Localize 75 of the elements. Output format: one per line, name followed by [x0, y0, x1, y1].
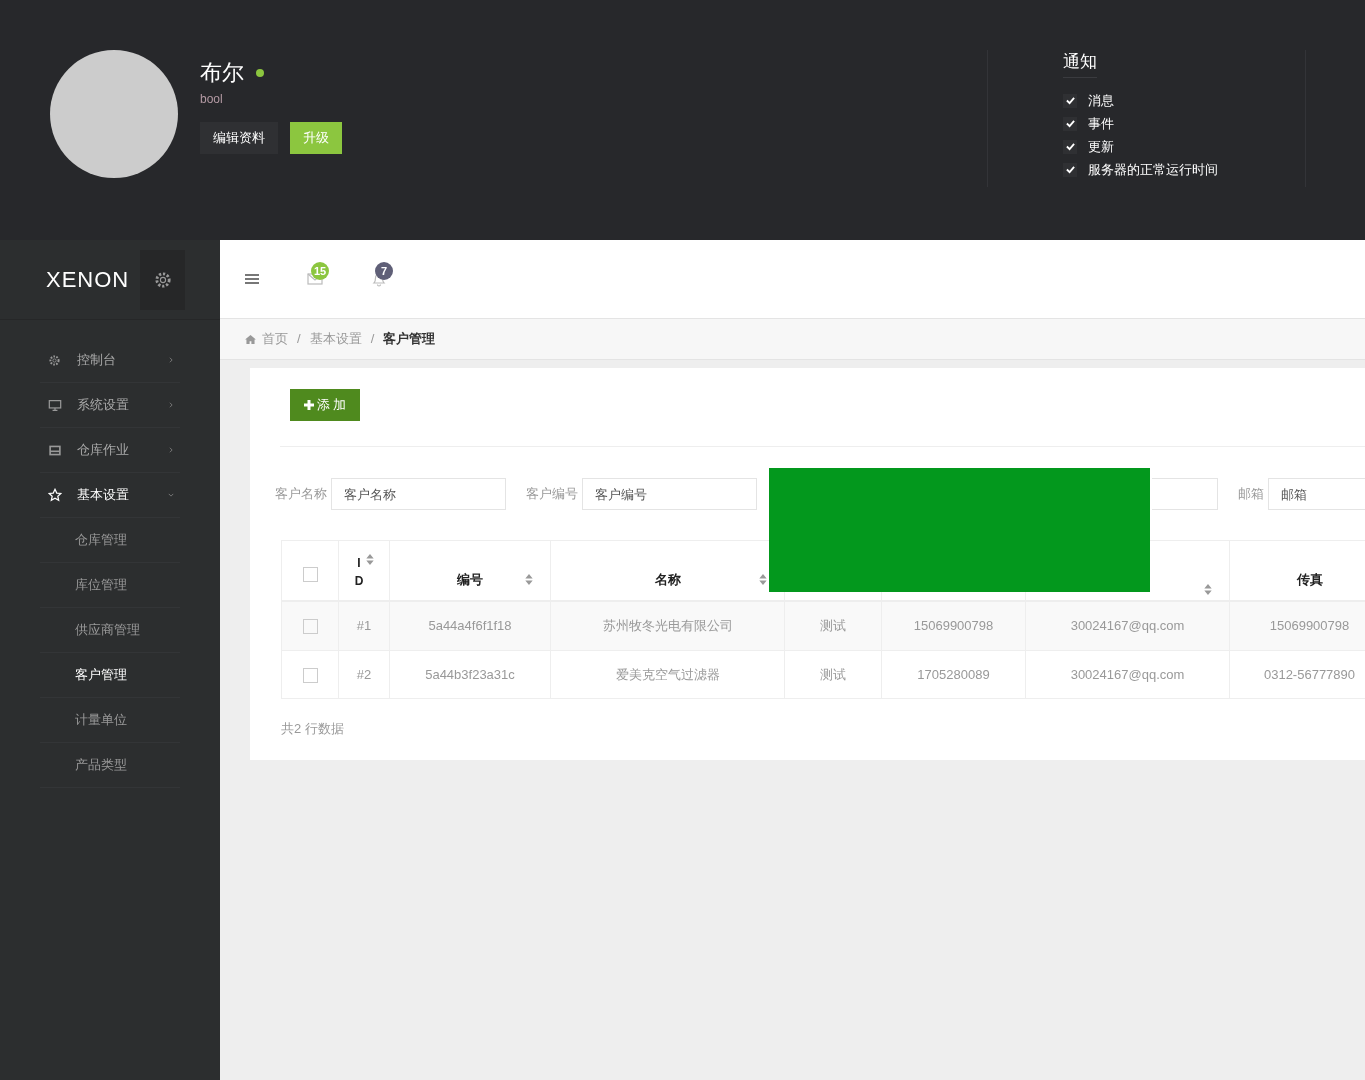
count-badge: 7 — [375, 262, 393, 280]
filter-label: 邮箱 — [1238, 485, 1264, 504]
checkbox[interactable] — [1063, 93, 1077, 108]
breadcrumb-current: 客户管理 — [383, 330, 436, 349]
column-header[interactable]: 编号 — [457, 570, 483, 590]
sidebar-subitem[interactable]: 产品类型 — [40, 743, 180, 788]
menu-icon[interactable] — [245, 273, 259, 285]
sidebar-subitem[interactable]: 供应商管理 — [40, 608, 180, 653]
column-header[interactable]: 传真 — [1296, 570, 1323, 590]
gear-icon — [48, 353, 61, 367]
chevron-right-icon — [168, 447, 174, 453]
table-cell: 30024167@qq.com — [1070, 666, 1185, 682]
sort-icon[interactable] — [1204, 584, 1212, 595]
table-cell: 测试 — [820, 666, 846, 682]
chevron-right-icon — [168, 357, 174, 363]
notification-option: 事件 — [1088, 115, 1114, 132]
checkbox[interactable] — [302, 667, 318, 683]
plus-icon — [303, 400, 314, 410]
notification-option: 更新 — [1088, 138, 1114, 155]
breadcrumb-separator: / — [369, 330, 376, 349]
table-cell: 5a44b3f23a31c — [425, 666, 515, 682]
breadcrumb-separator: / — [296, 330, 302, 349]
sidebar-subitem[interactable]: 仓库管理 — [40, 518, 180, 563]
filter-field[interactable]: 客户编号 — [582, 478, 757, 510]
sidebar-subitem[interactable]: 计量单位 — [40, 698, 180, 743]
column-header[interactable]: ID — [354, 553, 364, 590]
checkbox[interactable] — [1063, 162, 1077, 177]
table-cell: 测试 — [820, 618, 846, 633]
table-cell: 15069900798 — [1269, 618, 1350, 633]
sidebar-item[interactable]: 基本设置 — [40, 473, 180, 518]
sort-icon[interactable] — [525, 574, 533, 586]
logo[interactable]: XENON — [46, 263, 126, 296]
checkbox[interactable] — [302, 619, 318, 635]
sidebar-subitem[interactable]: 客户管理 — [40, 653, 180, 698]
chevron-down-icon — [168, 492, 174, 498]
notifications-title: 通知 — [1063, 53, 1097, 78]
count-badge: 15 — [311, 262, 330, 280]
star-icon — [48, 488, 62, 502]
table-cell: 爱美克空气过滤器 — [615, 666, 720, 682]
notification-option: 消息 — [1088, 92, 1114, 109]
gear-icon — [153, 270, 172, 289]
row-count: 共2 行数据 — [281, 720, 344, 738]
monitor-icon — [48, 398, 62, 412]
settings-button[interactable] — [140, 249, 185, 310]
sidebar-subitem[interactable]: 库位管理 — [40, 563, 180, 608]
column-header[interactable]: 名称 — [654, 570, 681, 590]
table-cell: 1705280089 — [917, 666, 990, 682]
table-cell: #1 — [356, 618, 372, 633]
table-cell: 5a44a4f6f1f18 — [428, 618, 512, 633]
sidebar-item[interactable]: 系统设置 — [40, 383, 180, 428]
sidebar-item[interactable]: 控制台 — [40, 338, 180, 383]
edit-profile-button[interactable]: 编辑资料 — [200, 122, 278, 154]
table-cell: 苏州牧冬光电有限公司 — [602, 618, 733, 633]
checkbox[interactable] — [302, 567, 318, 582]
table-cell: #2 — [356, 666, 372, 682]
add-button[interactable]: 添 加 — [290, 389, 360, 421]
sidebar-item[interactable]: 仓库作业 — [40, 428, 180, 473]
drive-icon — [48, 443, 62, 457]
sort-icon[interactable] — [365, 553, 374, 565]
table-cell: 30024167@qq.com — [1070, 618, 1185, 633]
checkbox[interactable] — [1063, 116, 1077, 131]
table-cell: 15069900798 — [913, 618, 994, 633]
filter-field[interactable] — [1152, 478, 1218, 510]
notification-option: 服务器的正常运行时间 — [1088, 161, 1218, 178]
user-name: 布尔 — [200, 59, 244, 87]
chevron-right-icon — [168, 402, 174, 408]
filter-label: 客户名称 — [275, 485, 327, 504]
filter-label: 客户编号 — [526, 485, 578, 504]
filter-field[interactable]: 客户名称 — [331, 478, 506, 510]
sort-icon[interactable] — [759, 574, 767, 586]
checkbox[interactable] — [1063, 139, 1077, 154]
filter-field[interactable]: 邮箱 — [1268, 478, 1365, 510]
home-icon — [245, 334, 256, 344]
table-cell: 0312-56777890 — [1263, 666, 1356, 682]
user-handle: bool — [200, 91, 224, 108]
